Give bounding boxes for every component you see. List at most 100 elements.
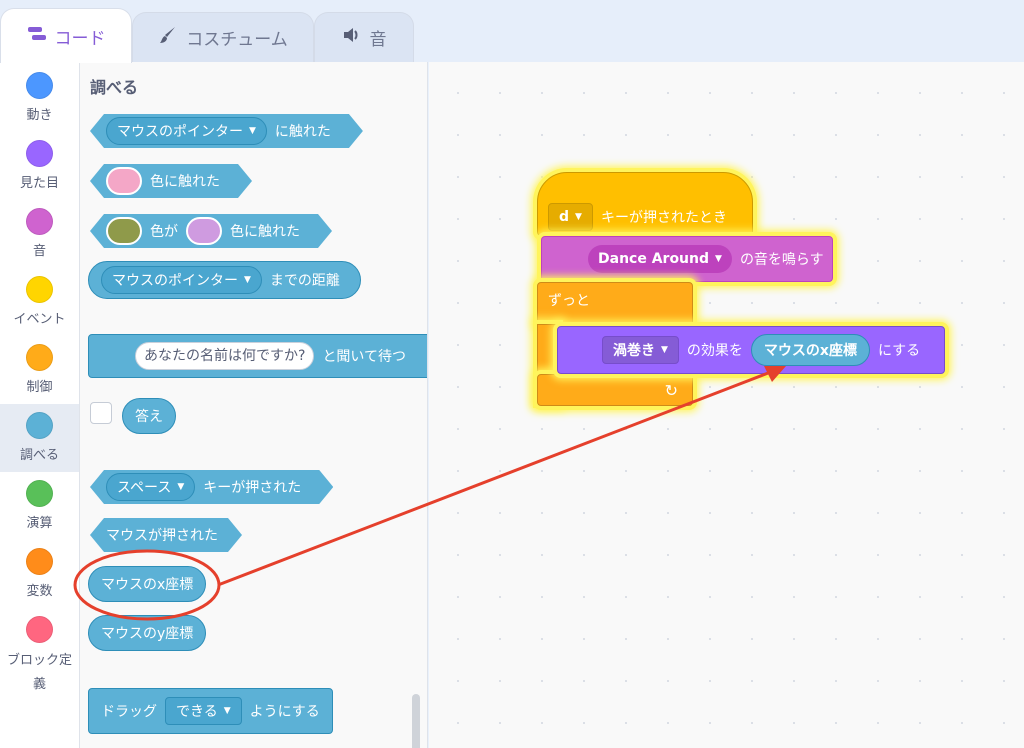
dropdown-caret-icon: ▼ bbox=[223, 706, 231, 716]
category-my-blocks[interactable]: ブロック定 義 bbox=[0, 608, 79, 698]
category-operators[interactable]: 演算 bbox=[0, 472, 79, 540]
set-effect-block[interactable]: 渦巻き ▼ の効果を マウスのx座標 にする bbox=[557, 326, 945, 374]
dropdown-caret-icon: ▼ bbox=[177, 482, 185, 492]
block-text: 答え bbox=[135, 409, 163, 425]
touching-dropdown[interactable]: マウスのポインター ▼ bbox=[106, 117, 267, 145]
sound-dropdown[interactable]: Dance Around ▼ bbox=[588, 245, 732, 273]
category-dot-icon bbox=[26, 276, 53, 303]
dropdown-value: マウスのポインター bbox=[117, 124, 243, 140]
category-dot-icon bbox=[26, 480, 53, 507]
color-swatch-olive[interactable] bbox=[106, 217, 142, 245]
category-label: イベント bbox=[13, 312, 66, 327]
ask-and-wait-block[interactable]: あなたの名前は何ですか? と聞いて待つ bbox=[88, 334, 427, 378]
dropdown-value: Dance Around bbox=[598, 251, 710, 267]
category-dot-icon bbox=[26, 140, 53, 167]
dropdown-value: できる bbox=[176, 704, 218, 720]
category-variables[interactable]: 変数 bbox=[0, 540, 79, 608]
distance-to-block[interactable]: マウスのポインター ▼ までの距離 bbox=[88, 261, 361, 299]
block-text: に触れた bbox=[274, 124, 331, 140]
block-text: マウスのy座標 bbox=[101, 626, 194, 642]
category-dot-icon bbox=[26, 412, 53, 439]
mouse-y-reporter[interactable]: マウスのy座標 bbox=[88, 615, 207, 651]
ask-question-input[interactable]: あなたの名前は何ですか? bbox=[135, 342, 315, 370]
touching-color-block[interactable]: 色に触れた bbox=[90, 164, 252, 198]
tab-costume[interactable]: コスチューム bbox=[132, 12, 314, 62]
key-pressed-block[interactable]: スペース ▼ キーが押された bbox=[90, 470, 333, 504]
answer-monitor-checkbox[interactable] bbox=[90, 402, 112, 424]
category-sensing[interactable]: 調べる bbox=[0, 404, 79, 472]
category-dot-icon bbox=[26, 208, 53, 235]
category-events[interactable]: イベント bbox=[0, 268, 79, 336]
category-label: 見た目 bbox=[19, 176, 59, 191]
dropdown-value: スペース bbox=[117, 480, 172, 496]
tab-sound[interactable]: 音 bbox=[314, 12, 414, 62]
answer-reporter[interactable]: 答え bbox=[122, 398, 176, 434]
block-text: までの距離 bbox=[269, 273, 340, 289]
tab-costume-label: コスチューム bbox=[186, 30, 288, 50]
dropdown-value: 渦巻き bbox=[613, 343, 655, 359]
category-dot-icon bbox=[26, 616, 53, 643]
category-label: 音 bbox=[32, 244, 46, 259]
block-text: 色が bbox=[150, 224, 178, 240]
forever-block[interactable]: ずっと bbox=[537, 282, 693, 326]
block-text: ドラッグ bbox=[101, 704, 157, 720]
code-blocks-icon bbox=[27, 26, 47, 47]
block-text: マウスが押された bbox=[106, 528, 218, 544]
category-dot-icon bbox=[26, 344, 53, 371]
palette-section-title: 調べる bbox=[90, 78, 139, 97]
block-text: マウスのx座標 bbox=[101, 577, 194, 593]
palette-scrollbar[interactable] bbox=[412, 694, 420, 748]
tab-sound-label: 音 bbox=[369, 30, 387, 50]
category-menu: 動き 見た目 音 イベント 制御 調べる 演算 変数 ブロック定 義 bbox=[0, 62, 80, 748]
category-sound[interactable]: 音 bbox=[0, 200, 79, 268]
block-text: ようにする bbox=[249, 704, 320, 720]
block-palette: 調べる マウスのポインター ▼ に触れた 色に触れた 色が 色に触れた マウスのポ… bbox=[80, 62, 428, 748]
color-touching-color-block[interactable]: 色が 色に触れた bbox=[90, 214, 332, 248]
category-dot-icon bbox=[26, 548, 53, 575]
drag-mode-dropdown[interactable]: できる ▼ bbox=[165, 697, 242, 725]
mouse-x-reporter[interactable]: マウスのx座標 bbox=[88, 566, 207, 602]
block-text: キーが押されたとき bbox=[600, 210, 727, 226]
category-motion[interactable]: 動き bbox=[0, 64, 79, 132]
color-swatch-purple[interactable] bbox=[186, 217, 222, 245]
color-swatch-pink[interactable] bbox=[106, 167, 142, 195]
category-dot-icon bbox=[26, 72, 53, 99]
hat-key-dropdown[interactable]: d ▼ bbox=[548, 203, 593, 231]
dropdown-caret-icon: ▼ bbox=[661, 345, 668, 355]
category-label: 制御 bbox=[26, 380, 53, 395]
category-label: 変数 bbox=[26, 584, 53, 599]
dropdown-value: マウスのポインター bbox=[112, 273, 238, 289]
block-text: の効果を bbox=[686, 343, 743, 359]
block-text: 色に触れた bbox=[230, 224, 300, 240]
speaker-icon bbox=[342, 26, 362, 49]
category-label: 調べる bbox=[19, 448, 59, 463]
loop-arrow-icon: ↻ bbox=[664, 380, 678, 400]
mouse-x-reporter-inserted[interactable]: マウスのx座標 bbox=[750, 334, 870, 366]
tab-code-label: コード bbox=[54, 28, 106, 49]
paintbrush-icon bbox=[158, 25, 178, 50]
distance-dropdown[interactable]: マウスのポインター ▼ bbox=[101, 266, 262, 294]
dropdown-caret-icon: ▼ bbox=[575, 212, 582, 222]
block-text: 色に触れた bbox=[150, 174, 220, 190]
block-text: にする bbox=[877, 343, 921, 359]
start-sound-block[interactable]: Dance Around ▼ の音を鳴らす bbox=[541, 236, 833, 282]
block-text: と聞いて待つ bbox=[322, 349, 407, 365]
dropdown-caret-icon: ▼ bbox=[715, 254, 722, 264]
key-dropdown[interactable]: スペース ▼ bbox=[106, 473, 195, 501]
mouse-down-block[interactable]: マウスが押された bbox=[90, 518, 242, 552]
code-workspace[interactable]: d ▼ キーが押されたとき Dance Around ▼ の音を鳴らす ずっと ↻ … bbox=[429, 62, 1024, 748]
category-label: 演算 bbox=[26, 516, 53, 531]
block-text: キーが押された bbox=[203, 480, 302, 496]
dropdown-caret-icon: ▼ bbox=[244, 275, 251, 285]
set-drag-mode-block[interactable]: ドラッグ できる ▼ ようにする bbox=[88, 688, 333, 734]
touching-block[interactable]: マウスのポインター ▼ に触れた bbox=[90, 114, 363, 148]
category-label: 動き bbox=[26, 108, 53, 123]
dropdown-value: d bbox=[559, 209, 570, 225]
category-control[interactable]: 制御 bbox=[0, 336, 79, 404]
when-key-pressed-hat[interactable]: d ▼ キーが押されたとき bbox=[537, 172, 753, 236]
effect-dropdown[interactable]: 渦巻き ▼ bbox=[602, 336, 679, 364]
tab-code[interactable]: コード bbox=[0, 8, 132, 63]
block-text: の音を鳴らす bbox=[739, 252, 824, 268]
block-text: ずっと bbox=[548, 293, 590, 309]
category-looks[interactable]: 見た目 bbox=[0, 132, 79, 200]
